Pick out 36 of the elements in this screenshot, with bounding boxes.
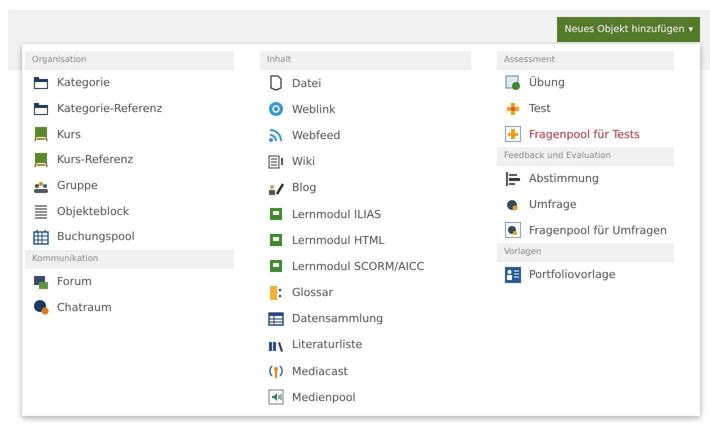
menu-item[interactable]: Lernmodul HTML — [260, 227, 471, 254]
menu-item[interactable]: Weblink — [260, 96, 471, 122]
group-header: Feedback und Evaluation — [497, 147, 674, 166]
menu-item[interactable]: Medienpool — [260, 384, 471, 410]
menu-item[interactable]: Gruppe — [25, 172, 234, 198]
menu-item[interactable]: Lernmodul SCORM/AICC — [260, 253, 471, 280]
menu-item[interactable]: Wiki — [260, 148, 471, 175]
menu-item[interactable]: Mediacast — [260, 358, 471, 384]
menu-item[interactable]: Kategorie-Referenz — [25, 96, 234, 122]
menu-item[interactable]: Chatraum — [25, 294, 234, 320]
add-object-button[interactable]: Neues Objekt hinzufügen ▾ — [557, 17, 700, 42]
group-header: Vorlagen — [497, 243, 674, 262]
menu-item[interactable]: Buchungspool — [25, 224, 234, 250]
menu-item[interactable]: Datensammlung — [260, 306, 471, 332]
group-header: Inhalt — [260, 51, 471, 70]
group-header: Organisation — [25, 51, 234, 70]
menu-item[interactable]: Blog — [260, 174, 471, 201]
menu-item[interactable]: Datei — [260, 70, 471, 96]
menu-item[interactable]: Fragenpool für Umfragen — [497, 217, 674, 244]
menu-item[interactable]: Abstimmung — [497, 166, 674, 192]
menu-item[interactable]: Fragenpool für Tests — [497, 121, 674, 148]
group-header: Assessment — [497, 51, 674, 70]
menu-item[interactable]: Webfeed — [260, 122, 471, 149]
group-header: Kommunikation — [25, 250, 234, 269]
menu-item[interactable]: Umfrage — [497, 192, 674, 218]
menu-item[interactable]: Kurs-Referenz — [25, 147, 234, 173]
menu-item[interactable]: Portfoliovorlage — [497, 262, 674, 288]
menu-item[interactable]: Literaturliste — [260, 332, 471, 358]
menu-item[interactable]: Lernmodul ILIAS — [260, 200, 471, 228]
menu-item[interactable]: Kategorie — [25, 70, 234, 96]
menu-item[interactable]: Objekteblock — [25, 198, 234, 224]
menu-item[interactable]: Kurs — [25, 121, 234, 148]
menu-item[interactable]: Test — [497, 96, 674, 122]
menu-item[interactable]: Übung — [497, 70, 674, 96]
menu-item[interactable]: Glossar — [260, 280, 471, 306]
menu-item[interactable]: Forum — [25, 268, 234, 294]
